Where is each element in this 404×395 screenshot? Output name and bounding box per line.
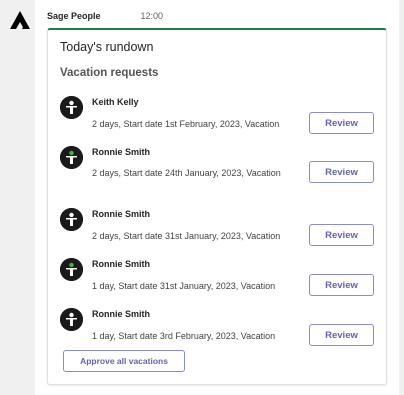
requester-name: Keith Kelly (92, 97, 139, 107)
review-button[interactable]: Review (309, 224, 374, 246)
vacation-request-item: Ronnie Smith 2 days, Start date 31st Jan… (60, 208, 378, 246)
person-icon (60, 96, 83, 119)
requester-name: Ronnie Smith (92, 259, 150, 269)
person-icon (60, 258, 83, 281)
review-button[interactable]: Review (309, 324, 374, 346)
message-header: Sage People 12:00 (47, 9, 163, 23)
vacation-request-item: Ronnie Smith 2 days, Start date 24th Jan… (60, 146, 378, 196)
message-time: 12:00 (140, 11, 164, 21)
request-description: 1 day, Start date 31st January, 2023, Va… (92, 281, 276, 291)
requester-name: Ronnie Smith (92, 209, 150, 219)
approve-all-button[interactable]: Approve all vacations (63, 350, 185, 372)
requester-name: Ronnie Smith (92, 309, 150, 319)
person-icon (60, 208, 83, 231)
request-description: 2 days, Start date 31st January, 2023, V… (92, 231, 281, 241)
rundown-card: Today's rundown Vacation requests Keith … (47, 28, 387, 385)
person-icon (60, 308, 83, 331)
section-title: Vacation requests (60, 67, 159, 79)
request-description: 1 day, Start date 3rd February, 2023, Va… (92, 331, 276, 341)
vacation-request-item: Keith Kelly 2 days, Start date 1st Febru… (60, 96, 378, 134)
review-button[interactable]: Review (309, 161, 374, 183)
sage-logo-icon (8, 9, 32, 33)
card-title: Today's rundown (60, 40, 154, 54)
vacation-request-item: Ronnie Smith 1 day, Start date 31st Janu… (60, 258, 378, 296)
request-description: 2 days, Start date 1st February, 2023, V… (92, 119, 280, 129)
sender-name: Sage People (47, 11, 101, 21)
review-button[interactable]: Review (309, 274, 374, 296)
person-icon (60, 146, 83, 169)
vacation-request-item: Ronnie Smith 1 day, Start date 3rd Febru… (60, 308, 378, 346)
review-button[interactable]: Review (309, 112, 374, 134)
requester-name: Ronnie Smith (92, 147, 150, 157)
request-description: 2 days, Start date 24th January, 2023, V… (92, 168, 281, 178)
